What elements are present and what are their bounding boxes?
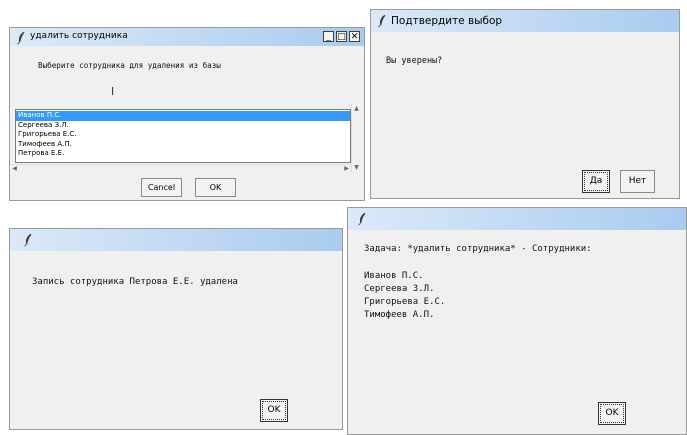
scroll-left-icon[interactable]: ◀ <box>10 165 19 173</box>
feather-icon <box>378 14 386 28</box>
feather-icon <box>358 212 366 226</box>
minimize-button[interactable]: _ <box>323 31 334 42</box>
deleted-message: Запись сотрудника Петрова Е.Е. удалена <box>32 277 238 287</box>
feather-icon <box>17 31 25 45</box>
no-button[interactable]: Нет <box>620 170 655 193</box>
delete-employee-window: удалить сотрудника _ □ ✕ Выберите сотруд… <box>9 27 365 201</box>
confirm-window-titlebar[interactable]: Подтвердите выбор <box>371 10 679 32</box>
list-item[interactable]: Иванов П.С. <box>16 111 350 121</box>
confirm-message: Вы уверены? <box>386 56 443 66</box>
close-button[interactable]: ✕ <box>349 31 360 42</box>
employee-line: Тимофеев А.П. <box>364 310 435 320</box>
scroll-up-icon[interactable]: ▲ <box>352 105 361 113</box>
vertical-scrollbar[interactable]: ▲ ▼ <box>351 105 362 172</box>
list-item[interactable]: Сергеева З.Л. <box>16 121 350 131</box>
confirm-window: Подтвердите выбор Вы уверены? Да Нет <box>370 9 680 199</box>
result-window-titlebar[interactable] <box>348 208 686 230</box>
employee-line: Григорьева Е.С. <box>364 297 446 307</box>
scroll-right-icon[interactable]: ▶ <box>342 165 351 173</box>
result-window: Задача: *удалить сотрудника* - Сотрудник… <box>347 207 687 435</box>
employee-listbox[interactable]: Иванов П.С. Сергеева З.Л. Григорьева Е.С… <box>15 109 351 163</box>
list-item[interactable]: Григорьева Е.С. <box>16 130 350 140</box>
task-line: Задача: *удалить сотрудника* - Сотрудник… <box>364 244 592 254</box>
scroll-down-icon[interactable]: ▼ <box>352 164 361 172</box>
window-title: Подтвердите выбор <box>391 15 503 27</box>
prompt-label: Выберите сотрудника для удаления из базы <box>38 61 221 70</box>
employee-line: Сергеева З.Л. <box>364 284 435 294</box>
text-cursor-icon: I <box>111 85 115 98</box>
feather-icon <box>24 233 32 247</box>
list-item[interactable]: Петрова Е.Е. <box>16 149 350 159</box>
cancel-button[interactable]: Cancel <box>141 178 182 197</box>
maximize-button[interactable]: □ <box>336 31 347 42</box>
list-item[interactable]: Тимофеев А.П. <box>16 140 350 150</box>
employee-line: Иванов П.С. <box>364 271 424 281</box>
delete-window-titlebar[interactable]: удалить сотрудника _ □ ✕ <box>10 28 364 46</box>
yes-button[interactable]: Да <box>582 170 610 193</box>
horizontal-scrollbar[interactable]: ◀ ▶ <box>10 164 351 173</box>
window-title: удалить сотрудника <box>30 31 128 41</box>
deleted-window-titlebar[interactable] <box>10 229 342 251</box>
ok-button[interactable]: OK <box>195 178 236 197</box>
ok-button[interactable]: OK <box>598 402 626 425</box>
deleted-message-window: Запись сотрудника Петрова Е.Е. удалена O… <box>9 228 343 430</box>
ok-button[interactable]: OK <box>260 399 288 422</box>
